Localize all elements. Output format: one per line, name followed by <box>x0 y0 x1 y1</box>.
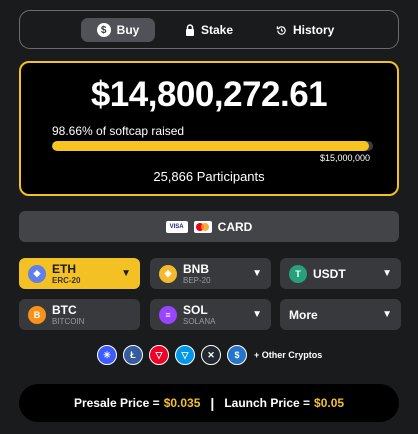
chevron-down-icon: ▼ <box>252 268 262 279</box>
token-eth-button[interactable]: ◆ ETH ERC-20 ▼ <box>19 258 140 289</box>
token-network: ERC-20 <box>52 275 81 285</box>
chevron-down-icon: ▼ <box>252 309 262 320</box>
price-bar: Presale Price = $0.035 | Launch Price = … <box>19 384 399 422</box>
launch-price-label: Launch Price = <box>224 396 311 410</box>
usdt-icon: T <box>289 264 307 283</box>
token-symbol: SOL <box>183 302 208 317</box>
chevron-down-icon: ▼ <box>382 268 392 279</box>
token-symbol: ETH <box>52 261 76 276</box>
raised-amount: $14,800,272.61 <box>90 75 328 114</box>
progress-bar <box>52 141 373 151</box>
token-symbol: BNB <box>183 261 209 276</box>
launch-price-value: $0.05 <box>314 396 345 410</box>
raise-panel: $14,800,272.61 98.66% of softcap raised … <box>19 61 399 196</box>
chevron-down-icon: ▼ <box>382 309 392 320</box>
softcap-text: 98.66% of softcap raised <box>52 124 185 138</box>
bnb-icon: ◈ <box>159 264 177 283</box>
tab-stake[interactable]: Stake <box>175 18 243 42</box>
other-cryptos-label: + Other Cryptos <box>254 350 323 360</box>
token-network: SOLANA <box>183 316 216 326</box>
pay-with-card-button[interactable]: VISA CARD <box>19 211 399 242</box>
chevron-down-icon: ▼ <box>121 268 131 279</box>
tab-stake-label: Stake <box>201 23 234 37</box>
token-symbol: USDT <box>313 266 346 281</box>
history-icon <box>276 25 286 35</box>
ton-icon: ▽ <box>175 345 195 365</box>
xrp-icon: ✕ <box>201 345 221 365</box>
token-sol-button[interactable]: ≡ SOL SOLANA ▼ <box>150 299 271 330</box>
token-more-button[interactable]: More ▼ <box>280 299 401 330</box>
other-cryptos-row: ✳ Ł ▽ ▽ ✕ $ + Other Cryptos <box>97 345 322 365</box>
cardano-icon: ✳ <box>97 345 117 365</box>
participants-count: 25,866 Participants <box>153 169 265 184</box>
usdc-icon: $ <box>227 345 247 365</box>
card-button-label: CARD <box>217 219 253 234</box>
btc-icon: B <box>28 305 46 324</box>
tab-history[interactable]: History <box>266 18 344 42</box>
token-bnb-button[interactable]: ◈ BNB BEP-20 ▼ <box>150 258 271 289</box>
tron-icon: ▽ <box>149 345 169 365</box>
dollar-coin-icon: $ <box>96 23 111 37</box>
sol-icon: ≡ <box>159 305 177 324</box>
tab-bar: $ Buy Stake History <box>19 10 399 49</box>
eth-icon: ◆ <box>28 264 46 283</box>
token-symbol: BTC <box>52 302 77 317</box>
goal-amount: $15,000,000 <box>319 153 370 163</box>
progress-bar-fill <box>52 141 369 151</box>
token-btc-button[interactable]: B BTC BITCOIN <box>19 299 140 330</box>
mastercard-icon <box>193 220 212 233</box>
lock-icon <box>186 24 194 36</box>
presale-price-label: Presale Price = <box>73 396 160 410</box>
presale-price-value: $0.035 <box>163 396 201 410</box>
price-separator: | <box>210 395 215 411</box>
tab-buy-label: Buy <box>116 23 140 37</box>
token-usdt-button[interactable]: T USDT ▼ <box>280 258 401 289</box>
litecoin-icon: Ł <box>123 345 143 365</box>
token-symbol: More <box>289 307 318 322</box>
token-network: BITCOIN <box>52 316 85 326</box>
tab-buy[interactable]: $ Buy <box>81 18 155 42</box>
tab-history-label: History <box>293 23 335 37</box>
token-network: BEP-20 <box>183 275 211 285</box>
visa-icon: VISA <box>165 220 188 233</box>
